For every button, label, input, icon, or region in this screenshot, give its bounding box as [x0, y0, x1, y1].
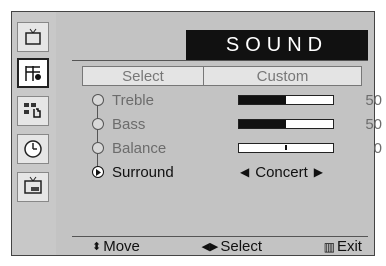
- page-title: SOUND: [186, 30, 368, 60]
- selected-bullet-icon: [92, 166, 104, 178]
- picture-in-picture-icon[interactable]: [17, 172, 49, 202]
- surround-selector[interactable]: ◀ Concert ▶: [240, 164, 323, 181]
- surround-value: Concert: [255, 163, 308, 181]
- menu-item-label: Surround: [112, 163, 174, 181]
- title-divider: [72, 60, 368, 61]
- channel-hand-icon[interactable]: [17, 96, 49, 126]
- menu-item-balance[interactable]: Balance 0: [92, 138, 382, 158]
- footer-hints: ⬍ Move ◀▶ Select ▥ Exit: [92, 238, 362, 255]
- mode-value: Custom: [256, 67, 309, 85]
- menu-item-treble[interactable]: Treble 50: [92, 90, 382, 110]
- bullet-icon: [92, 94, 104, 106]
- menu-item-bass[interactable]: Bass 50: [92, 114, 382, 134]
- tv-input-icon[interactable]: [17, 22, 49, 52]
- right-arrow-icon[interactable]: ▶: [314, 165, 323, 179]
- footer-divider: [72, 236, 368, 237]
- mode-selector[interactable]: Select Custom: [82, 66, 362, 86]
- menu-item-value: 0: [373, 139, 382, 157]
- clock-icon[interactable]: [17, 134, 49, 164]
- menu-item-value: 50: [365, 91, 382, 109]
- level-fill: [239, 96, 286, 104]
- up-down-arrow-icon: ⬍: [92, 241, 102, 253]
- mode-label: Select: [122, 67, 164, 85]
- sound-music-icon[interactable]: [17, 58, 49, 88]
- menu-item-label: Bass: [112, 115, 146, 133]
- level-fill: [239, 120, 286, 128]
- osd-menu-screen: SOUND Select Custom Treble 50 Bass 50 Ba…: [11, 11, 382, 256]
- menu-item-surround[interactable]: Surround ◀ Concert ▶: [92, 162, 382, 182]
- treble-level-bar[interactable]: [238, 95, 334, 105]
- bullet-icon: [92, 142, 104, 154]
- left-arrow-icon[interactable]: ◀: [240, 165, 249, 179]
- menu-item-label: Treble: [112, 91, 154, 109]
- move-hint: ⬍ Move: [92, 238, 140, 255]
- menu-item-label: Balance: [112, 139, 167, 157]
- select-hint: ◀▶ Select: [201, 238, 263, 255]
- sidebar: [12, 12, 56, 255]
- balance-level-bar[interactable]: [238, 143, 334, 153]
- exit-hint: ▥ Exit: [323, 238, 362, 255]
- left-right-arrow-icon: ◀▶: [201, 241, 219, 253]
- bass-level-bar[interactable]: [238, 119, 334, 129]
- menu-icon: ▥: [323, 239, 335, 254]
- bullet-icon: [92, 118, 104, 130]
- balance-marker: [285, 145, 287, 150]
- menu-item-value: 50: [365, 115, 382, 133]
